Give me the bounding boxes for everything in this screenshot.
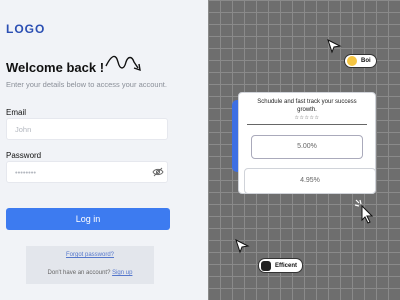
account-links-box: Forgot password? Don't have an account? … bbox=[26, 246, 154, 284]
forgot-password-link[interactable]: Forgot password? bbox=[26, 252, 154, 258]
password-field[interactable] bbox=[6, 161, 168, 183]
email-label: Email bbox=[6, 108, 27, 117]
login-panel: LOGO Welcome back ! Enter your details b… bbox=[0, 0, 208, 300]
cursor-arrow-icon bbox=[327, 39, 342, 54]
star-rating[interactable]: ☆☆☆☆☆ bbox=[239, 115, 375, 121]
signup-link[interactable]: Sign up bbox=[112, 270, 132, 276]
cursor-arrow-icon bbox=[235, 239, 250, 254]
badge-efficent-label: Efficent bbox=[275, 262, 298, 269]
option-card-1[interactable]: 5.00% bbox=[251, 135, 363, 159]
badge-boi-label: Boi bbox=[361, 58, 371, 64]
eye-off-icon[interactable] bbox=[152, 167, 164, 177]
preview-panel: Boi Schudule and fast track your success… bbox=[208, 0, 400, 300]
pointer-sparkle-icon bbox=[354, 199, 374, 224]
avatar bbox=[347, 56, 357, 66]
email-field[interactable] bbox=[6, 118, 168, 140]
badge-efficent: Efficent bbox=[258, 258, 304, 273]
option-card-2[interactable]: 4.95% bbox=[244, 168, 376, 194]
card-title: Schudule and fast track your success gro… bbox=[257, 99, 357, 113]
subtitle: Enter your details below to access your … bbox=[6, 80, 167, 89]
signup-line: Don't have an account? Sign up bbox=[26, 270, 154, 276]
divider bbox=[247, 124, 367, 125]
badge-boi: Boi bbox=[344, 54, 377, 68]
login-button[interactable]: Log in bbox=[6, 208, 170, 230]
avatar bbox=[261, 260, 271, 271]
page-title: Welcome back ! bbox=[6, 60, 105, 75]
logo: LOGO bbox=[6, 22, 46, 36]
no-account-text: Don't have an account? bbox=[47, 270, 111, 276]
password-label: Password bbox=[6, 151, 42, 160]
squiggle-arrow-icon bbox=[105, 55, 141, 72]
